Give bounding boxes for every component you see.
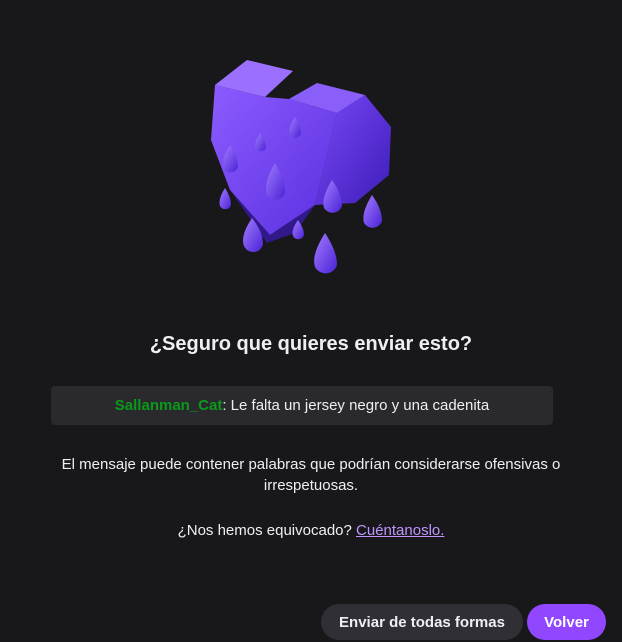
send-confirmation-dialog: ¿Seguro que quieres enviar esto? Sallanm… — [0, 0, 622, 642]
message-text: Le falta un jersey negro y una cadenita — [226, 397, 490, 414]
melting-heart-icon — [211, 60, 391, 274]
send-anyway-button[interactable]: Enviar de todas formas — [321, 604, 523, 640]
warning-text: El mensaje puede contener palabras que p… — [61, 456, 561, 494]
back-button[interactable]: Volver — [527, 604, 606, 640]
feedback-link[interactable]: Cuéntanoslo. — [356, 522, 444, 539]
dialog-title: ¿Seguro que quieres enviar esto? — [149, 333, 473, 355]
feedback-question: ¿Nos hemos equivocado? — [177, 522, 357, 539]
feedback-line: ¿Nos hemos equivocado? Cuéntanoslo. — [0, 522, 622, 539]
chat-message-preview: Sallanman_Cat: Le falta un jersey negro … — [51, 386, 553, 425]
message-username: Sallanman_Cat — [114, 397, 223, 414]
